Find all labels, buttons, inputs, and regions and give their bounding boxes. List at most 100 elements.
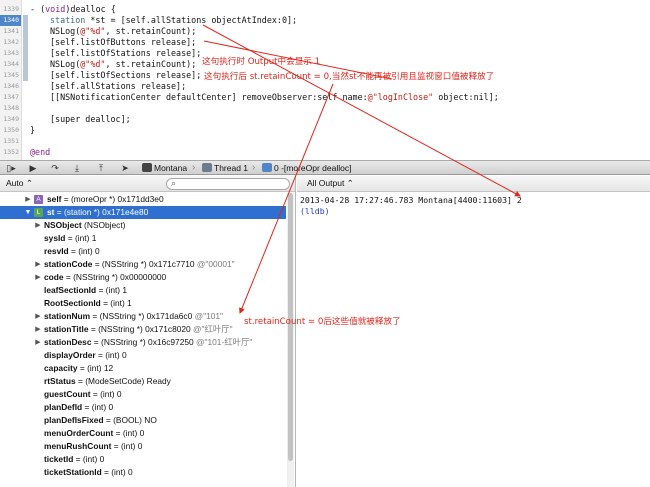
variable-name: capacity: [44, 363, 78, 373]
code-line[interactable]: [self.allStations release];: [50, 81, 186, 92]
step-over-icon[interactable]: ↷: [47, 162, 63, 174]
variable-name: sysId: [44, 233, 66, 243]
disclosure-triangle-icon[interactable]: ▶: [34, 323, 42, 336]
scrollbar-thumb[interactable]: [288, 193, 293, 461]
argument-badge-icon: A: [34, 195, 43, 204]
variable-row[interactable]: planDefId = (int) 0: [0, 401, 286, 414]
location-icon[interactable]: ➤: [117, 162, 133, 174]
code-token: [[NSNotificationCenter defaultCenter] re…: [50, 92, 368, 102]
code-line[interactable]: }: [30, 125, 35, 136]
stack-frame-icon: [262, 163, 272, 172]
code-token: NSLog(: [50, 26, 81, 36]
disclosure-triangle-icon[interactable]: ▶: [24, 193, 32, 206]
variable-row[interactable]: ticketId = (int) 0: [0, 453, 286, 466]
lldb-prompt[interactable]: (lldb): [300, 206, 330, 217]
variable-row[interactable]: rtStatus = (ModeSetCode) Ready: [0, 375, 286, 388]
variable-name: guestCount: [44, 389, 91, 399]
variable-row-st-selected[interactable]: ▼ L st = (station *) 0x171e4e80: [0, 206, 286, 219]
annotation-values-released: st.retainCount = 0后这些值就被释放了: [244, 317, 401, 327]
variable-value: = (moreOpr *) 0x171dd3e0: [61, 194, 164, 204]
code-token: void: [45, 4, 66, 14]
variable-value: = (int) 0: [82, 402, 114, 412]
variable-row[interactable]: ▶ stationCode = (NSString *) 0x171c7710 …: [0, 258, 286, 271]
variable-name: ticketId: [44, 454, 74, 464]
variable-row[interactable]: ▶ NSObject (NSObject): [0, 219, 286, 232]
code-line[interactable]: [self.listOfSections release];: [50, 70, 201, 81]
code-line[interactable]: [self.listOfStations release];: [50, 48, 201, 59]
step-in-icon[interactable]: ⤓: [69, 162, 85, 174]
variable-name: resvId: [44, 246, 69, 256]
variable-value: = (NSString *) 0x16c97250: [91, 337, 196, 347]
variable-row[interactable]: sysId = (int) 1: [0, 232, 286, 245]
disclosure-triangle-icon[interactable]: ▶: [34, 336, 42, 349]
variable-value: = (int) 0: [111, 441, 143, 451]
local-badge-icon: L: [34, 208, 43, 217]
variable-row[interactable]: guestCount = (int) 0: [0, 388, 286, 401]
code-token: @"logInClose": [367, 92, 434, 102]
variables-view: Auto ⌃ ⌕ ▶ A self = (moreOpr *) 0x171dd3…: [0, 176, 296, 487]
breadcrumb-separator: ›: [252, 162, 256, 173]
line-number: 1348: [3, 104, 19, 112]
variable-row[interactable]: menuRushCount = (int) 0: [0, 440, 286, 453]
breadcrumb-thread-label: Thread 1: [214, 163, 249, 173]
pause-icon[interactable]: ▯▸: [3, 162, 19, 174]
variable-row[interactable]: leafSectionId = (int) 1: [0, 284, 286, 297]
variables-scrollbar[interactable]: [287, 193, 294, 487]
code-line[interactable]: station *st = [self.allStations objectAt…: [50, 15, 297, 26]
variable-name: stationNum: [44, 311, 91, 321]
variable-name: leafSectionId: [44, 285, 97, 295]
variable-row[interactable]: displayOrder = (int) 0: [0, 349, 286, 362]
disclosure-triangle-icon[interactable]: ▶: [34, 271, 42, 284]
variable-summary: @"101-红叶厅": [196, 337, 253, 347]
code-line[interactable]: @end: [30, 147, 50, 158]
code-token: , st.retainCount);: [105, 59, 197, 69]
continue-icon[interactable]: ▶: [25, 162, 41, 174]
console-view[interactable]: All Output ⌃ 2013-04-28 17:27:46.783 Mon…: [297, 176, 650, 487]
line-number: 1352: [3, 148, 19, 156]
code-line[interactable]: NSLog(@"%d", st.retainCount);: [50, 26, 196, 37]
code-editor[interactable]: 1339 1340 1341 1342 1343 1344 1345 1346 …: [0, 0, 650, 160]
thread-icon: [202, 163, 212, 172]
code-line[interactable]: [super dealloc];: [50, 114, 131, 125]
line-number-gutter[interactable]: 1339 1340 1341 1342 1343 1344 1345 1346 …: [0, 0, 22, 160]
variable-row[interactable]: capacity = (int) 12: [0, 362, 286, 375]
debug-bar: ▯▸ ▶ ↷ ⤓ ⤒ ➤ Montana › Thread 1 › 0 -[mo…: [0, 160, 650, 175]
variable-row[interactable]: resvId = (int) 0: [0, 245, 286, 258]
search-input[interactable]: ⌕: [166, 178, 290, 190]
disclosure-triangle-icon[interactable]: ▶: [34, 258, 42, 271]
scope-select[interactable]: Auto ⌃: [6, 178, 33, 189]
code-line[interactable]: [[NSNotificationCenter defaultCenter] re…: [50, 92, 499, 103]
variable-name: stationDesc: [44, 337, 92, 347]
annotation-output-shows-1: 这句执行时 Output中会显示 1: [202, 57, 321, 67]
variable-row[interactable]: planDefIsFixed = (BOOL) NO: [0, 414, 286, 427]
output-filter-select[interactable]: All Output ⌃: [307, 178, 354, 189]
step-out-icon[interactable]: ⤒: [93, 162, 109, 174]
variable-value: = (int) 1: [96, 285, 128, 295]
disclosure-triangle-icon[interactable]: ▶: [34, 219, 42, 232]
variable-name: menuOrderCount: [44, 428, 114, 438]
variable-row[interactable]: RootSectionId = (int) 1: [0, 297, 286, 310]
disclosure-triangle-icon[interactable]: ▶: [34, 310, 42, 323]
line-number: 1344: [3, 60, 19, 68]
code-line[interactable]: [self.listOfButtons release];: [50, 37, 196, 48]
breadcrumb-separator: ›: [192, 162, 196, 173]
line-number: 1339: [3, 5, 19, 13]
code-line[interactable]: NSLog(@"%d", st.retainCount);: [50, 59, 196, 70]
breadcrumb-frame[interactable]: 0 -[moreOpr dealloc]: [262, 161, 351, 175]
variable-row[interactable]: ▶ code = (NSString *) 0x00000000: [0, 271, 286, 284]
disclosure-triangle-expanded-icon[interactable]: ▼: [24, 206, 32, 219]
variable-row[interactable]: ticketStationId = (int) 0: [0, 466, 286, 479]
variable-name: menuRushCount: [44, 441, 112, 451]
fold-ribbon[interactable]: [23, 15, 28, 81]
breadcrumb-target[interactable]: Montana: [142, 161, 187, 175]
variable-row[interactable]: menuOrderCount = (int) 0: [0, 427, 286, 440]
variable-row[interactable]: ▶ stationDesc = (NSString *) 0x16c97250 …: [0, 336, 286, 349]
variable-summary: @"红叶厅": [193, 324, 233, 334]
code-token: object:nil];: [433, 92, 499, 102]
breadcrumb-thread[interactable]: Thread 1: [202, 161, 248, 175]
code-line[interactable]: - (void)dealloc {: [30, 4, 116, 15]
breadcrumb-frame-label: 0 -[moreOpr dealloc]: [274, 163, 352, 173]
variable-row-self[interactable]: ▶ A self = (moreOpr *) 0x171dd3e0: [0, 193, 286, 206]
variable-value: = (NSString *) 0x171c8020: [88, 324, 194, 334]
line-number: 1351: [3, 137, 19, 145]
